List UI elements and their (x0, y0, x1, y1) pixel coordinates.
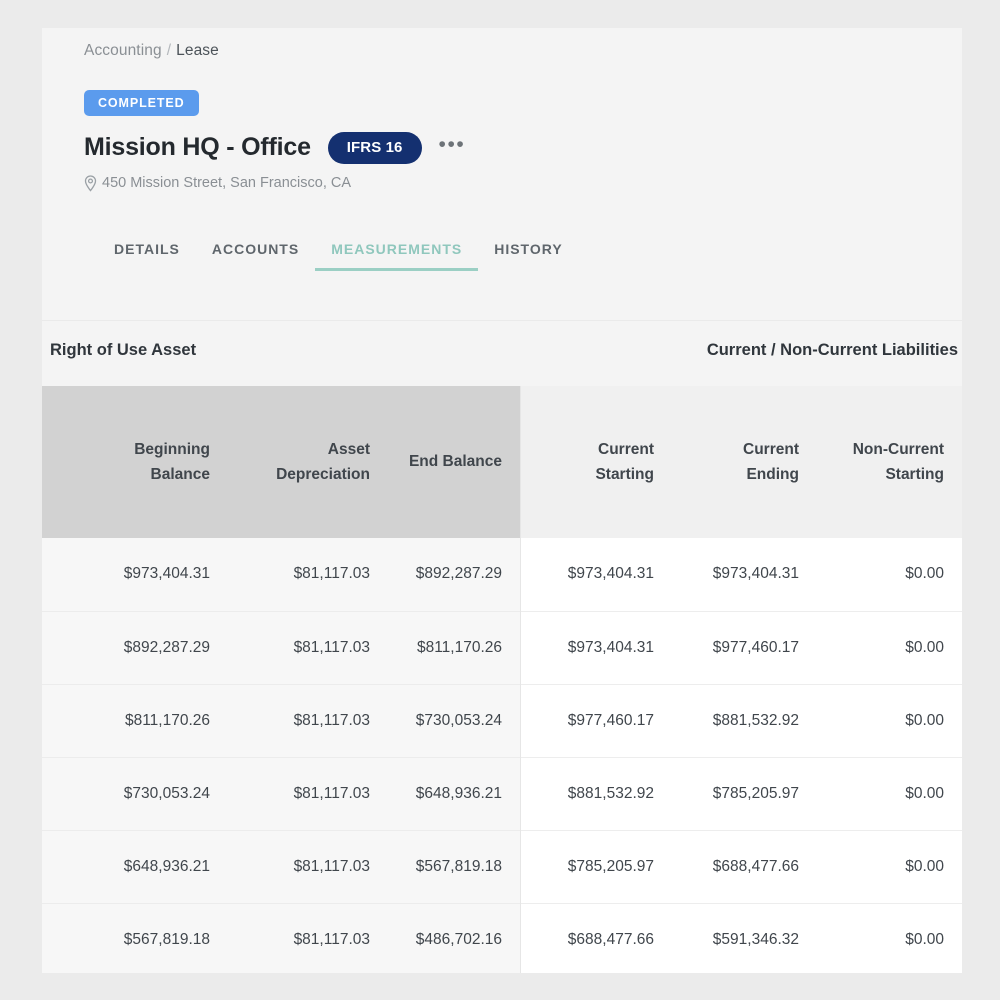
cell-current-starting: $785,205.97 (520, 830, 672, 903)
section-label-row: Right of Use Asset Current / Non-Current… (42, 320, 962, 386)
cell-non-current-starting: $0.00 (817, 611, 962, 684)
cell-current-ending: $973,404.31 (672, 538, 817, 611)
breadcrumb-separator: / (167, 42, 171, 59)
table-header-row: Beginning Balance Asset Depreciation End… (42, 386, 962, 538)
row-gutter (42, 684, 58, 757)
cell-current-starting: $881,532.92 (520, 757, 672, 830)
cell-current-starting: $973,404.31 (520, 538, 672, 611)
cell-current-starting: $688,477.66 (520, 903, 672, 973)
cell-asset-depreciation: $81,117.03 (228, 684, 388, 757)
cell-current-starting: $973,404.31 (520, 611, 672, 684)
header-gutter (42, 386, 58, 538)
column-header-current-starting[interactable]: Current Starting (520, 386, 672, 538)
tab-bar: DETAILS ACCOUNTS MEASUREMENTS HISTORY (98, 241, 579, 271)
row-gutter (42, 830, 58, 903)
column-header-end-balance[interactable]: End Balance (388, 386, 520, 538)
table-body: $973,404.31 $81,117.03 $892,287.29 $973,… (42, 538, 962, 973)
card-header: Accounting / Lease COMPLETED Mission HQ - … (42, 28, 962, 320)
address-row: 450 Mission Street, San Francisco, CA (84, 175, 962, 192)
cell-non-current-starting: $0.00 (817, 903, 962, 973)
cell-asset-depreciation: $81,117.03 (228, 538, 388, 611)
table-row[interactable]: $973,404.31 $81,117.03 $892,287.29 $973,… (42, 538, 962, 611)
cell-non-current-starting: $0.00 (817, 830, 962, 903)
cell-current-ending: $881,532.92 (672, 684, 817, 757)
cell-beginning-balance: $730,053.24 (58, 757, 228, 830)
tab-history[interactable]: HISTORY (478, 241, 578, 271)
row-gutter (42, 611, 58, 684)
title-row: Mission HQ - Office IFRS 16 ••• (84, 130, 962, 166)
row-gutter (42, 538, 58, 611)
column-header-current-ending[interactable]: Current Ending (672, 386, 817, 538)
cell-asset-depreciation: $81,117.03 (228, 757, 388, 830)
cell-current-ending: $688,477.66 (672, 830, 817, 903)
cell-asset-depreciation: $81,117.03 (228, 611, 388, 684)
column-header-non-current-starting[interactable]: Non-Current Starting (817, 386, 962, 538)
cell-beginning-balance: $973,404.31 (58, 538, 228, 611)
table-row[interactable]: $892,287.29 $81,117.03 $811,170.26 $973,… (42, 611, 962, 684)
measurements-table-wrapper: Beginning Balance Asset Depreciation End… (42, 386, 962, 973)
cell-asset-depreciation: $81,117.03 (228, 830, 388, 903)
status-badge: COMPLETED (84, 90, 199, 116)
section-label-liabilities: Current / Non-Current Liabilities (707, 341, 958, 360)
cell-asset-depreciation: $81,117.03 (228, 903, 388, 973)
section-label-right-of-use-asset: Right of Use Asset (50, 341, 196, 360)
breadcrumb-current[interactable]: Lease (176, 42, 219, 59)
cell-beginning-balance: $811,170.26 (58, 684, 228, 757)
cell-beginning-balance: $892,287.29 (58, 611, 228, 684)
table-row[interactable]: $730,053.24 $81,117.03 $648,936.21 $881,… (42, 757, 962, 830)
cell-current-ending: $591,346.32 (672, 903, 817, 973)
breadcrumb: Accounting / Lease (84, 28, 962, 60)
tab-accounts[interactable]: ACCOUNTS (196, 241, 315, 271)
tab-measurements[interactable]: MEASUREMENTS (315, 241, 478, 271)
cell-end-balance: $730,053.24 (388, 684, 520, 757)
cell-current-ending: $785,205.97 (672, 757, 817, 830)
cell-beginning-balance: $648,936.21 (58, 830, 228, 903)
lease-detail-card: Accounting / Lease COMPLETED Mission HQ - … (42, 28, 962, 973)
cell-current-ending: $977,460.17 (672, 611, 817, 684)
cell-non-current-starting: $0.00 (817, 538, 962, 611)
breadcrumb-parent[interactable]: Accounting (84, 42, 162, 59)
tab-details[interactable]: DETAILS (98, 241, 196, 271)
page-root: Accounting / Lease COMPLETED Mission HQ - … (0, 0, 1000, 1000)
table-row[interactable]: $811,170.26 $81,117.03 $730,053.24 $977,… (42, 684, 962, 757)
table-head: Beginning Balance Asset Depreciation End… (42, 386, 962, 538)
row-gutter (42, 903, 58, 973)
table-row[interactable]: $567,819.18 $81,117.03 $486,702.16 $688,… (42, 903, 962, 973)
row-gutter (42, 757, 58, 830)
cell-end-balance: $892,287.29 (388, 538, 520, 611)
cell-end-balance: $648,936.21 (388, 757, 520, 830)
cell-current-starting: $977,460.17 (520, 684, 672, 757)
cell-end-balance: $567,819.18 (388, 830, 520, 903)
page-title: Mission HQ - Office (84, 133, 311, 162)
column-header-beginning-balance[interactable]: Beginning Balance (58, 386, 228, 538)
cell-beginning-balance: $567,819.18 (58, 903, 228, 973)
location-pin-icon (84, 175, 97, 192)
more-options-icon[interactable]: ••• (439, 134, 466, 162)
column-header-asset-depreciation[interactable]: Asset Depreciation (228, 386, 388, 538)
cell-end-balance: $486,702.16 (388, 903, 520, 973)
cell-non-current-starting: $0.00 (817, 684, 962, 757)
cell-end-balance: $811,170.26 (388, 611, 520, 684)
measurements-table: Beginning Balance Asset Depreciation End… (42, 386, 962, 973)
cell-non-current-starting: $0.00 (817, 757, 962, 830)
address-text: 450 Mission Street, San Francisco, CA (102, 175, 351, 191)
table-row[interactable]: $648,936.21 $81,117.03 $567,819.18 $785,… (42, 830, 962, 903)
accounting-standard-pill: IFRS 16 (328, 132, 422, 164)
